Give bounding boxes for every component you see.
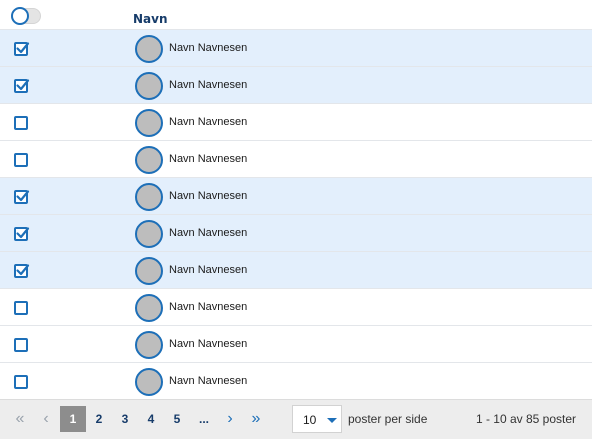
table-body: Navn Navnesen Navn Navnesen Navn Navnesen N…	[0, 30, 592, 400]
row-checkbox[interactable]	[14, 227, 30, 241]
avatar	[135, 368, 163, 396]
row-checkbox[interactable]	[14, 375, 28, 389]
page-size-value: 10	[303, 413, 317, 427]
table-row[interactable]: Navn Navnesen	[0, 215, 592, 252]
pagination-bar: « ‹ 1 2 3 4 5 ... › » 10 poster per side…	[0, 399, 592, 439]
first-page-button[interactable]: «	[10, 406, 30, 432]
table-header: Navn	[0, 0, 592, 30]
page-size-select[interactable]: 10	[292, 405, 342, 433]
page-ellipsis: ...	[198, 412, 209, 426]
column-header-name[interactable]: Navn	[133, 12, 168, 26]
table-row[interactable]: Navn Navnesen	[0, 67, 592, 104]
row-checkbox[interactable]	[14, 116, 28, 130]
last-page-button[interactable]: »	[246, 406, 266, 432]
page-size-label: poster per side	[348, 412, 428, 426]
avatar	[135, 72, 163, 100]
caret-down-icon	[327, 418, 337, 423]
row-name: Navn Navnesen	[169, 79, 248, 91]
chevron-left-icon: ‹	[43, 410, 49, 427]
data-table: Navn Navn Navnesen Navn Navnesen Navn Navn…	[0, 0, 592, 400]
row-checkbox[interactable]	[14, 338, 28, 352]
record-count: 1 - 10 av 85 poster	[475, 412, 576, 426]
avatar	[135, 109, 163, 137]
avatar	[135, 35, 163, 63]
avatar	[135, 294, 163, 322]
chevron-right-icon: ›	[227, 410, 233, 427]
row-name: Navn Navnesen	[169, 264, 248, 276]
table-row[interactable]: Navn Navnesen	[0, 141, 592, 178]
table-row[interactable]: Navn Navnesen	[0, 104, 592, 141]
prev-page-button[interactable]: ‹	[36, 406, 56, 432]
page-button-1[interactable]: 1	[60, 406, 86, 432]
select-all-toggle[interactable]	[11, 7, 41, 25]
avatar	[135, 331, 163, 359]
page-button-2[interactable]: 2	[90, 406, 108, 432]
table-row[interactable]: Navn Navnesen	[0, 178, 592, 215]
avatar	[135, 183, 163, 211]
row-name: Navn Navnesen	[169, 375, 248, 387]
table-row[interactable]: Navn Navnesen	[0, 363, 592, 400]
row-checkbox[interactable]	[14, 153, 28, 167]
table-row[interactable]: Navn Navnesen	[0, 30, 592, 67]
double-chevron-right-icon: »	[251, 410, 261, 427]
page-button-3[interactable]: 3	[116, 406, 134, 432]
double-chevron-left-icon: «	[15, 410, 25, 427]
row-checkbox[interactable]	[14, 301, 28, 315]
row-name: Navn Navnesen	[169, 153, 248, 165]
page-button-5[interactable]: 5	[168, 406, 186, 432]
row-name: Navn Navnesen	[169, 338, 248, 350]
avatar	[135, 146, 163, 174]
avatar	[135, 257, 163, 285]
row-checkbox[interactable]	[14, 190, 30, 204]
row-name: Navn Navnesen	[169, 227, 248, 239]
row-checkbox[interactable]	[14, 264, 30, 278]
table-row[interactable]: Navn Navnesen	[0, 289, 592, 326]
row-name: Navn Navnesen	[169, 190, 248, 202]
table-row[interactable]: Navn Navnesen	[0, 326, 592, 363]
row-name: Navn Navnesen	[169, 42, 248, 54]
avatar	[135, 220, 163, 248]
toggle-knob	[11, 7, 29, 25]
next-page-button[interactable]: ›	[221, 406, 239, 432]
page-button-4[interactable]: 4	[142, 406, 160, 432]
row-name: Navn Navnesen	[169, 301, 248, 313]
row-name: Navn Navnesen	[169, 116, 248, 128]
table-row[interactable]: Navn Navnesen	[0, 252, 592, 289]
row-checkbox[interactable]	[14, 79, 30, 93]
row-checkbox[interactable]	[14, 42, 30, 56]
